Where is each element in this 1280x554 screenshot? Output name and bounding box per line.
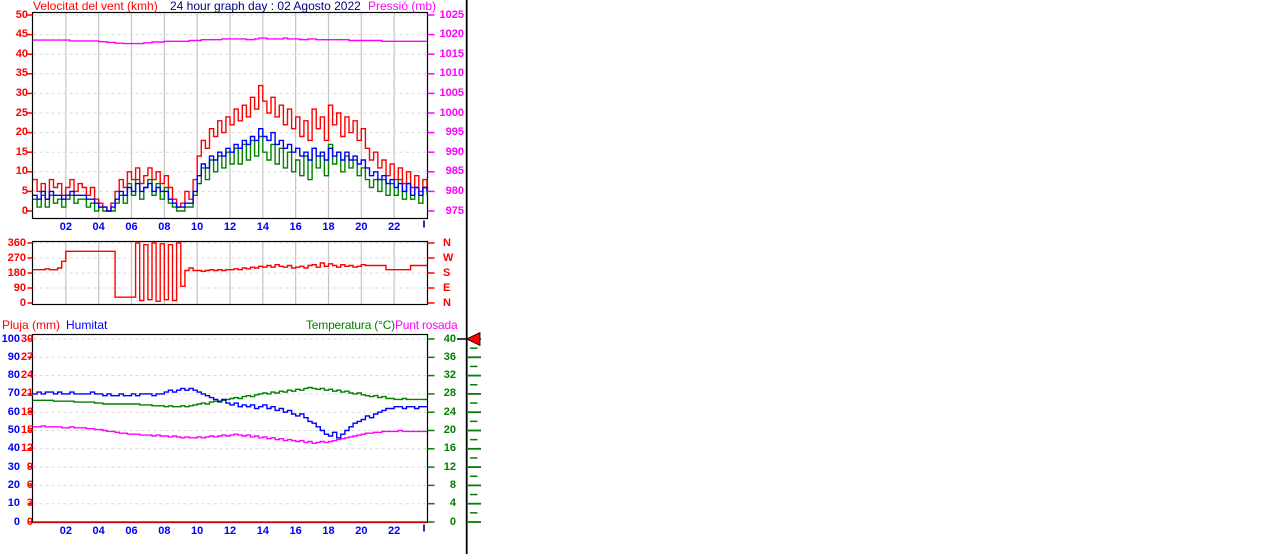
wind-speed-axis-title: Velocitat del vent (kmh) (33, 0, 158, 13)
temperature-axis-title: Temperatura (°C) (306, 318, 395, 332)
current-temp-arrow-icon (465, 331, 481, 347)
chart-plot-svg (27, 0, 481, 554)
time-end-marker (423, 524, 425, 532)
time-end-marker (423, 220, 425, 228)
right-scale-line (465, 0, 468, 554)
humidity-axis-title: Humitat (66, 318, 108, 332)
weather-24h-graph: 50 45 40 35 30 25 20 15 10 5 0 1025 1020 1015 1010 1005… (0, 0, 1280, 554)
temp-dew-axis-titles: Temperatura (°C)Punt rosada (306, 318, 458, 332)
series-dew-point (33, 425, 427, 444)
dew-point-axis-title: Punt rosada (394, 318, 458, 332)
pressure-axis-title: Pressió (mb) (368, 0, 437, 13)
graph-title: 24 hour graph day : 02 Agosto 2022 (170, 0, 361, 13)
rain-axis-title: Pluja (mm) (2, 318, 61, 332)
